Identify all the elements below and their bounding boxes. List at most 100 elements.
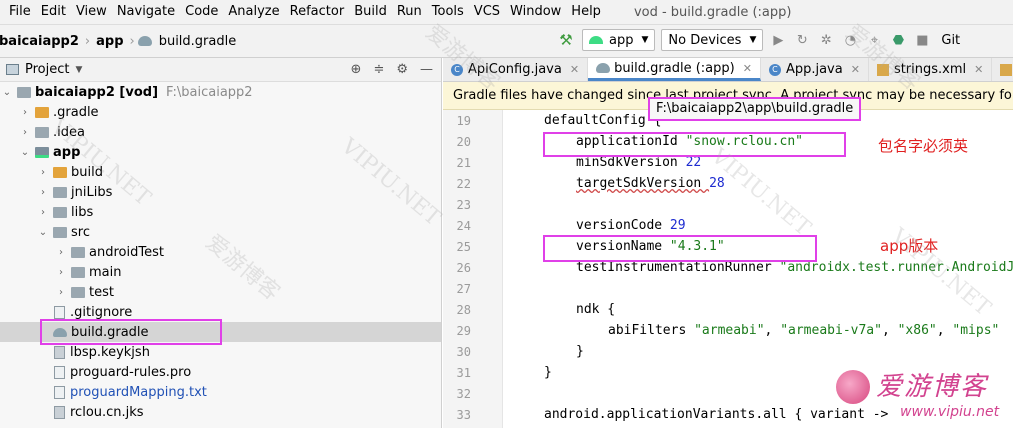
sync-icon[interactable]: ⬣ (889, 33, 907, 48)
tab-label: ApiConfig.java (468, 62, 562, 77)
breadcrumb-file[interactable]: build.gradle (156, 34, 240, 49)
chevron-right-icon[interactable]: › (18, 107, 32, 118)
code-line-31: } (544, 365, 552, 380)
line-number: 23 (456, 198, 471, 212)
menu-analyze[interactable]: Analyze (223, 0, 284, 24)
menu-build[interactable]: Build (349, 0, 392, 24)
highlight-box-application-id (543, 132, 846, 157)
window-title: vod - build.gradle (:app) (633, 4, 792, 20)
project-icon (6, 64, 19, 75)
menu-run[interactable]: Run (392, 0, 427, 24)
menu-navigate[interactable]: Navigate (112, 0, 180, 24)
menu-window[interactable]: Window (505, 0, 566, 24)
chevron-right-icon[interactable]: › (54, 247, 68, 258)
folder-icon (17, 86, 31, 98)
code-number: 28 (709, 176, 725, 191)
project-panel-header: Project ▼ ⊕ ≑ ⚙ — (0, 58, 441, 82)
code-comma: , (764, 323, 781, 338)
close-icon[interactable]: ✕ (570, 63, 579, 76)
breadcrumb-module[interactable]: app (93, 34, 126, 49)
close-icon[interactable]: ✕ (743, 62, 752, 75)
chevron-right-icon[interactable]: › (36, 167, 50, 178)
menu-vcs[interactable]: VCS (469, 0, 505, 24)
code-string: "armeabi" (694, 323, 765, 338)
tree-item-src[interactable]: ⌄ src (0, 222, 441, 242)
line-number: 31 (456, 366, 471, 380)
menu-edit[interactable]: Edit (36, 0, 71, 24)
code-line-26: testInstrumentationRunner "androidx.test… (576, 260, 1013, 275)
run-icon[interactable]: ▶ (769, 33, 787, 48)
tree-item-gradle-dir[interactable]: › .gradle (0, 102, 441, 122)
tree-item-test[interactable]: › test (0, 282, 441, 302)
run-config-select[interactable]: app ▼ (582, 29, 656, 51)
file-icon (54, 365, 65, 379)
tree-item-app[interactable]: ⌄ app (0, 142, 441, 162)
tree-item-label: androidTest (89, 244, 164, 260)
tab-apiconfig[interactable]: C ApiConfig.java ✕ (443, 58, 589, 81)
tree-item-label: jniLibs (71, 184, 113, 200)
attach-debugger-icon[interactable]: ⌖ (865, 33, 883, 48)
tree-item-proguard-mapping[interactable]: proguardMapping.txt (0, 382, 441, 402)
tree-item-build[interactable]: › build (0, 162, 441, 182)
menu-file[interactable]: File (4, 0, 36, 24)
tree-item-main[interactable]: › main (0, 262, 441, 282)
tree-item-root[interactable]: ⌄ baicaiapp2 [vod] F:\baicaiapp2 (0, 82, 441, 102)
gradle-icon (596, 63, 611, 73)
menu-code[interactable]: Code (180, 0, 223, 24)
tree-item-jnilibs[interactable]: › jniLibs (0, 182, 441, 202)
chevron-right-icon[interactable]: › (36, 207, 50, 218)
tree-item-proguard-rules[interactable]: proguard-rules.pro (0, 362, 441, 382)
chevron-down-icon[interactable]: ⌄ (18, 147, 32, 158)
line-number: 27 (456, 282, 471, 296)
line-number: 20 (456, 135, 471, 149)
folder-icon (71, 246, 85, 258)
code-string: "mips" (952, 323, 1000, 338)
gear-icon[interactable]: ⚙ (396, 62, 408, 77)
code-comma: , (936, 323, 953, 338)
chevron-down-icon[interactable]: ⌄ (0, 87, 14, 98)
hide-icon[interactable]: — (420, 62, 433, 77)
locate-icon[interactable]: ⊕ (351, 62, 362, 77)
code-text: ndk { (576, 302, 616, 317)
tab-activity[interactable]: activ (992, 58, 1013, 81)
tree-item-jks[interactable]: rclou.cn.jks (0, 402, 441, 422)
git-label[interactable]: Git (941, 33, 960, 48)
chevron-down-icon: ▼ (749, 35, 757, 45)
breadcrumb: baicaiapp2 › app › build.gradle (0, 34, 239, 49)
debug-icon[interactable]: ✲ (817, 33, 835, 48)
close-icon[interactable]: ✕ (851, 63, 860, 76)
tab-strings-xml[interactable]: strings.xml ✕ (869, 58, 993, 81)
collapse-all-icon[interactable]: ≑ (373, 62, 384, 77)
project-view-title[interactable]: Project (25, 62, 69, 77)
tree-item-idea[interactable]: › .idea (0, 122, 441, 142)
menu-refactor[interactable]: Refactor (285, 0, 350, 24)
logo-text: 爱游博客 (876, 372, 989, 402)
chevron-right-icon[interactable]: › (54, 267, 68, 278)
tree-item-libs[interactable]: › libs (0, 202, 441, 222)
tab-build-gradle[interactable]: build.gradle (:app) ✕ (588, 58, 761, 81)
menu-tools[interactable]: Tools (427, 0, 469, 24)
tree-item-keyfile[interactable]: lbsp.keykjsh (0, 342, 441, 362)
chevron-down-icon[interactable]: ⌄ (36, 227, 50, 238)
chevron-down-icon[interactable]: ▼ (75, 65, 82, 75)
chevron-right-icon[interactable]: › (36, 187, 50, 198)
chevron-right-icon[interactable]: › (54, 287, 68, 298)
file-icon (54, 345, 65, 359)
stop-icon[interactable]: ■ (913, 33, 931, 48)
hammer-icon[interactable]: ⚒ (556, 31, 576, 49)
menu-view[interactable]: View (71, 0, 112, 24)
tab-label: build.gradle (:app) (614, 60, 735, 76)
apply-changes-icon[interactable]: ↻ (793, 33, 811, 48)
device-label: No Devices (668, 32, 742, 48)
breadcrumb-project[interactable]: baicaiapp2 (0, 34, 82, 49)
close-icon[interactable]: ✕ (974, 63, 983, 76)
line-number: 33 (456, 408, 471, 422)
profile-icon[interactable]: ◔ (841, 33, 859, 48)
package-name-note: 包名字必须英 (878, 137, 969, 155)
code-line-28: ndk { (576, 302, 615, 317)
tab-app-java[interactable]: C App.java ✕ (761, 58, 869, 81)
chevron-right-icon[interactable]: › (18, 127, 32, 138)
menu-help[interactable]: Help (566, 0, 606, 24)
device-select[interactable]: No Devices ▼ (661, 29, 764, 51)
tree-item-androidtest[interactable]: › androidTest (0, 242, 441, 262)
